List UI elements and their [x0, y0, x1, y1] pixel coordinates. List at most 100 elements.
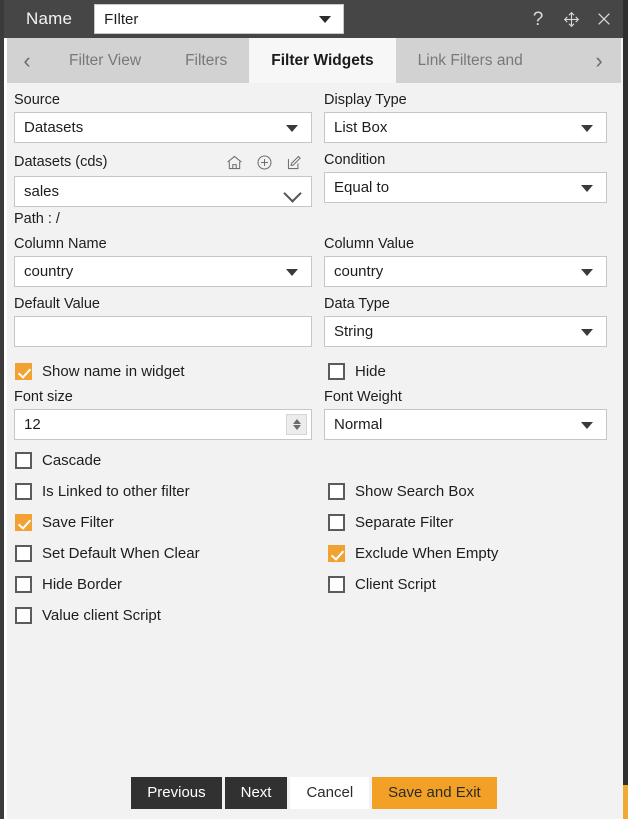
font-size-value: 12 [24, 416, 41, 433]
row-hideborder-clientscript: Hide Border Client Script [7, 576, 621, 593]
checkbox-label: Cascade [42, 452, 102, 469]
display-type-select[interactable]: List Box [324, 112, 607, 143]
checkbox-set-default-when-clear[interactable]: Set Default When Clear [7, 545, 312, 562]
dialog-footer: Previous Next Cancel Save and Exit [7, 777, 621, 809]
checkbox-box [328, 363, 345, 380]
field-column-name: Column Name country [7, 227, 312, 287]
titlebar-actions: ? [528, 0, 614, 38]
field-data-type: Data Type String [324, 287, 621, 347]
window-right-scrollbar-thumb[interactable] [623, 785, 628, 819]
datasets-label-row: Datasets (cds) [14, 152, 312, 172]
checkbox-box [15, 514, 32, 531]
checkbox-box [15, 483, 32, 500]
field-condition: Condition Equal to [324, 143, 621, 227]
save-and-exit-button[interactable]: Save and Exit [372, 777, 497, 809]
cancel-button[interactable]: Cancel [290, 777, 370, 809]
field-datasets: Datasets (cds) sales Path: / [7, 143, 312, 227]
tab-filter-view[interactable]: Filter View [47, 38, 163, 83]
name-label: Name [26, 9, 73, 28]
chevron-down-icon [283, 183, 302, 203]
chevron-down-icon [581, 328, 593, 336]
tab-filters[interactable]: Filters [163, 38, 249, 83]
move-arrows-icon[interactable] [561, 9, 581, 29]
checkbox-value-client-script[interactable]: Value client Script [7, 607, 312, 624]
checkbox-box [328, 576, 345, 593]
options-checkbox-section: Cascade Is Linked to other filter Show S… [7, 452, 621, 624]
checkbox-box [15, 607, 32, 624]
filter-widgets-dialog: Name FIlter ? ‹ Filter View Filters Filt… [0, 0, 628, 819]
checkbox-label: Show name in widget [42, 363, 185, 380]
checkbox-box [15, 545, 32, 562]
datasets-select[interactable]: sales [14, 176, 312, 207]
row-islinked-showsearch: Is Linked to other filter Show Search Bo… [7, 483, 621, 500]
source-value: Datasets [24, 119, 84, 136]
add-circle-icon[interactable] [254, 152, 274, 172]
checkbox-show-name-in-widget[interactable]: Show name in widget [7, 363, 312, 380]
checkbox-client-script[interactable]: Client Script [324, 576, 621, 593]
tabs-scroll-right-icon[interactable]: › [577, 38, 621, 83]
checkbox-label: Separate Filter [355, 514, 454, 531]
checkbox-separate-filter[interactable]: Separate Filter [324, 514, 621, 531]
checkbox-label: Value client Script [42, 607, 161, 624]
chevron-down-icon [581, 124, 593, 132]
home-icon[interactable] [224, 152, 244, 172]
data-type-select[interactable]: String [324, 316, 607, 347]
chevron-down-icon [286, 124, 298, 132]
row-showname-hide: Show name in widget Hide [7, 363, 621, 380]
field-source: Source Datasets [7, 83, 312, 143]
tab-filter-widgets[interactable]: Filter Widgets [249, 38, 396, 83]
font-weight-select[interactable]: Normal [324, 409, 607, 440]
checkbox-box [15, 363, 32, 380]
column-name-select[interactable]: country [14, 256, 312, 287]
chevron-down-icon [581, 421, 593, 429]
datasets-label: Datasets (cds) [14, 154, 108, 170]
field-column-value: Column Value country [324, 227, 621, 287]
row-datasets-condition: Datasets (cds) sales Path: / Condition … [7, 143, 621, 227]
field-display-type: Display Type List Box [324, 83, 621, 143]
checkbox-box [15, 452, 32, 469]
checkbox-box [328, 514, 345, 531]
chevron-down-icon [319, 16, 332, 23]
next-button[interactable]: Next [224, 777, 288, 809]
dataset-path: Path : / [14, 211, 60, 227]
checkbox-show-search-box[interactable]: Show Search Box [324, 483, 621, 500]
checkbox-box [15, 576, 32, 593]
row-source-displaytype: Source Datasets Display Type List Box [7, 83, 621, 143]
tabs-scroll-left-icon[interactable]: ‹ [7, 38, 47, 83]
field-font-weight: Font Weight Normal [324, 380, 621, 440]
checkbox-exclude-when-empty[interactable]: Exclude When Empty [324, 545, 621, 562]
chevron-down-icon [286, 268, 298, 276]
font-size-stepper[interactable]: 12 [14, 409, 312, 440]
question-mark-icon[interactable]: ? [528, 9, 548, 29]
tab-link-filters-and[interactable]: Link Filters and [396, 38, 545, 83]
stepper-up-icon [292, 419, 301, 424]
data-type-value: String [334, 323, 374, 340]
edit-icon[interactable] [284, 152, 304, 172]
close-icon[interactable] [594, 9, 614, 29]
column-value-select[interactable]: country [324, 256, 607, 287]
previous-button[interactable]: Previous [131, 777, 222, 809]
stepper-down-icon [292, 425, 301, 430]
window-left-inner-edge [4, 38, 7, 819]
window-right-scrollbar-track[interactable] [623, 0, 628, 785]
tab-strip: ‹ Filter View Filters Filter Widgets Lin… [7, 38, 621, 83]
field-font-size: Font size 12 [7, 380, 312, 440]
checkbox-hide-border[interactable]: Hide Border [7, 576, 312, 593]
row-fontsize-fontweight: Font size 12 Font Weight Normal [7, 380, 621, 440]
chevron-down-icon [581, 268, 593, 276]
source-select[interactable]: Datasets [14, 112, 312, 143]
row-setdefault-excludeempty: Set Default When Clear Exclude When Empt… [7, 545, 621, 562]
default-value-input[interactable] [14, 316, 312, 347]
checkbox-cascade[interactable]: Cascade [7, 452, 312, 469]
filter-name-select[interactable]: FIlter [94, 4, 345, 34]
checkbox-label: Show Search Box [355, 483, 475, 500]
column-name-label: Column Name [14, 236, 107, 252]
condition-select[interactable]: Equal to [324, 172, 607, 203]
checkbox-hide[interactable]: Hide [324, 363, 621, 380]
checkbox-label: Is Linked to other filter [42, 483, 190, 500]
checkbox-label: Hide [355, 363, 386, 380]
stepper-arrows-icon[interactable] [286, 414, 307, 435]
row-default-datatype: Default Value Data Type String [7, 287, 621, 347]
checkbox-is-linked-to-other-filter[interactable]: Is Linked to other filter [7, 483, 312, 500]
checkbox-save-filter[interactable]: Save Filter [7, 514, 312, 531]
